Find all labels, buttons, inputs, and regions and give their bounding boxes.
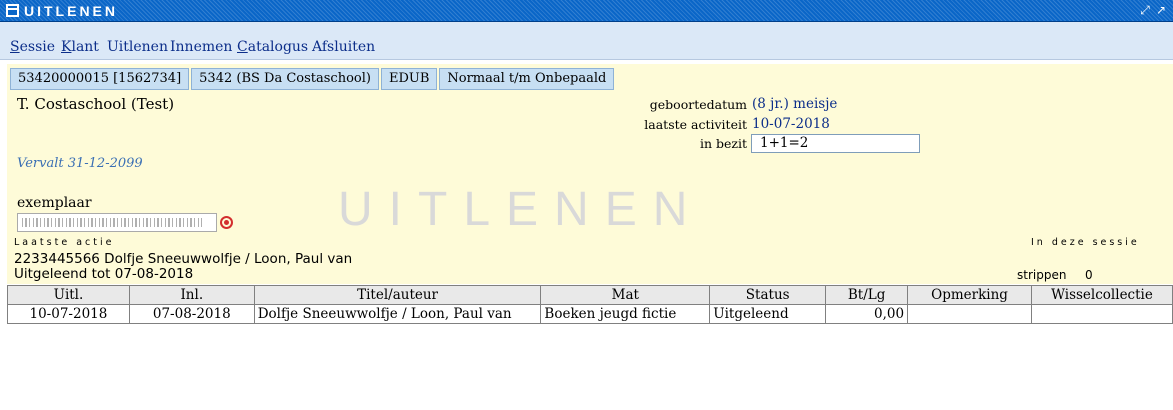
last-activity-value: 10-07-2018 bbox=[752, 116, 830, 132]
menubar-spacer bbox=[0, 22, 1173, 38]
column-header-opmerking[interactable]: Opmerking bbox=[907, 285, 1032, 305]
birthdate-label: geboortedatum bbox=[649, 97, 747, 112]
column-header-wisselcollectie[interactable]: Wisselcollectie bbox=[1031, 285, 1173, 305]
cell-status: Uitgeleend bbox=[709, 304, 827, 324]
session-label: In deze sessie bbox=[1031, 237, 1140, 248]
barcode-placeholder bbox=[22, 218, 202, 227]
column-header-titel-auteur[interactable]: Titel/auteur bbox=[253, 285, 542, 305]
menu-catalogus[interactable]: Catalogus bbox=[237, 39, 308, 55]
menu-innemen[interactable]: Innemen bbox=[170, 39, 232, 55]
tab-patron-id[interactable]: 53420000015 [1562734] bbox=[10, 68, 190, 90]
strippen-label: strippen bbox=[1017, 268, 1067, 282]
menu-sessie[interactable]: Sessie bbox=[10, 39, 55, 55]
table-row[interactable]: 10-07-2018 07-08-2018 Dolfje Sneeuwwolfj… bbox=[7, 304, 1173, 324]
birthdate-value: (8 jr.) meisje bbox=[752, 96, 838, 112]
tab-subscription[interactable]: Normaal t/m Onbepaald bbox=[439, 68, 615, 90]
column-header-uitl[interactable]: Uitl. bbox=[7, 285, 130, 305]
cell-mat: Boeken jeugd fictie bbox=[540, 304, 711, 324]
last-action-item: 2233445566 Dolfje Sneeuwwolfje / Loon, P… bbox=[14, 251, 353, 267]
in-possession-value: 1+1=2 bbox=[751, 134, 920, 153]
last-action-label: Laatste actie bbox=[14, 237, 115, 248]
column-header-inl[interactable]: Inl. bbox=[128, 285, 255, 305]
expiry-date: Vervalt 31-12-2099 bbox=[17, 156, 143, 171]
window-title: UITLENEN bbox=[24, 3, 118, 19]
menu-afsluiten[interactable]: Afsluiten bbox=[312, 39, 375, 55]
target-icon[interactable] bbox=[220, 216, 233, 229]
patron-tabs: 53420000015 [1562734] 5342 (BS Da Costas… bbox=[10, 68, 616, 90]
exemplaar-label: exemplaar bbox=[17, 195, 92, 211]
last-activity-label: laatste activiteit bbox=[644, 117, 747, 132]
column-header-bt-lg[interactable]: Bt/Lg bbox=[825, 285, 909, 305]
exemplaar-input[interactable] bbox=[17, 213, 217, 232]
menubar: Sessie Klant Uitlenen Innemen Catalogus … bbox=[0, 38, 1173, 60]
cell-opmerking bbox=[907, 304, 1032, 324]
table-header-row: Uitl. Inl. Titel/auteur Mat Status Bt/Lg… bbox=[7, 285, 1173, 305]
window-icon bbox=[6, 4, 19, 17]
maximize-icon[interactable]: ↗ bbox=[1154, 3, 1168, 17]
strippen-value: 0 bbox=[1085, 268, 1093, 282]
patron-name: T. Costaschool (Test) bbox=[17, 95, 175, 113]
menu-uitlenen[interactable]: Uitlenen bbox=[107, 39, 168, 55]
column-header-status[interactable]: Status bbox=[709, 285, 827, 305]
cell-inl: 07-08-2018 bbox=[128, 304, 255, 324]
restore-icon[interactable]: ⤢ bbox=[1138, 3, 1152, 17]
tab-branch[interactable]: 5342 (BS Da Costaschool) bbox=[191, 68, 379, 90]
window-titlebar: UITLENEN ⤢ ↗ bbox=[0, 0, 1173, 22]
cell-wisselcollectie bbox=[1031, 304, 1173, 324]
cell-titel-auteur: Dolfje Sneeuwwolfje / Loon, Paul van bbox=[253, 304, 542, 324]
in-possession-label: in bezit bbox=[699, 136, 747, 151]
loan-table: Uitl. Inl. Titel/auteur Mat Status Bt/Lg… bbox=[7, 285, 1173, 324]
tab-category[interactable]: EDUB bbox=[380, 68, 438, 90]
last-action-due: Uitgeleend tot 07-08-2018 bbox=[14, 266, 194, 282]
mode-watermark: UITLENEN bbox=[338, 183, 704, 236]
cell-bt-lg: 0,00 bbox=[825, 304, 909, 324]
cell-uitl: 10-07-2018 bbox=[7, 304, 130, 324]
menu-klant[interactable]: Klant bbox=[61, 39, 99, 55]
column-header-mat[interactable]: Mat bbox=[540, 285, 711, 305]
